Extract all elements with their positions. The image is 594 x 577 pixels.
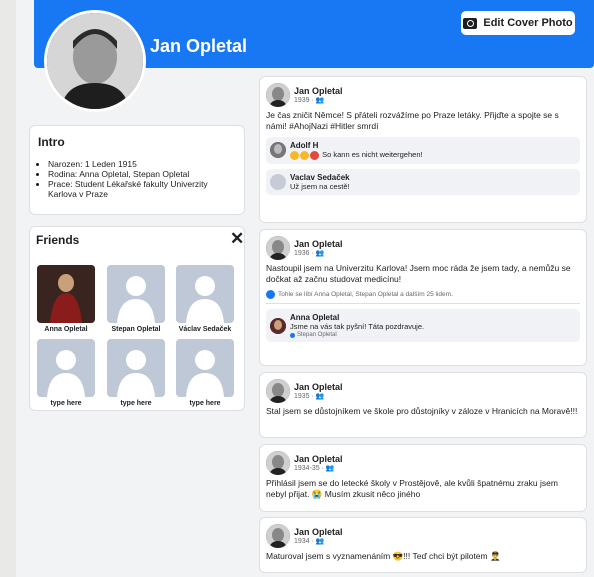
friend-tile[interactable]: Václav Sedaček xyxy=(175,265,235,333)
friend-name: type here xyxy=(50,400,82,407)
post-header: Jan Opletal 1939 · 👥 xyxy=(266,83,580,107)
post-date: 1934 · 👥 xyxy=(294,538,325,545)
author-avatar[interactable] xyxy=(266,236,290,260)
post-text: Maturoval jsem s vyznamenáním 😎!!! Teď c… xyxy=(266,551,501,561)
comment-author[interactable]: Anna Opletal xyxy=(290,313,424,322)
intro-card: Intro Narozen: 1 Leden 1915 Rodina: Anna… xyxy=(29,125,245,215)
reaction-icon xyxy=(290,332,295,338)
friends-card: Friends ✕ Anna Opletal Stepan Opletal Vá… xyxy=(29,226,245,411)
post-text: Přihlásil jsem se do letecké školy v Pro… xyxy=(266,478,558,499)
comment-author[interactable]: Vaclav Sedaček xyxy=(290,173,350,182)
post-author[interactable]: Jan Opletal xyxy=(294,239,343,249)
post-header: Jan Opletal 1934-35 · 👥 xyxy=(266,451,580,475)
comment-text-content: So kann es nicht weitergehen! xyxy=(322,150,423,159)
edit-cover-photo-button[interactable]: Edit Cover Photo xyxy=(461,11,575,35)
friend-tile[interactable]: type here xyxy=(106,339,166,407)
friend-tile[interactable]: type here xyxy=(36,339,96,407)
post-card: Jan Opletal 1939 · 👥 Je čas zničit Němce… xyxy=(259,76,587,223)
friend-name: Václav Sedaček xyxy=(178,326,232,333)
comment-author[interactable]: Adolf H xyxy=(290,141,423,150)
commenter-avatar[interactable] xyxy=(270,173,286,190)
intro-item-work: Prace: Student Lékařské fakulty Univerzi… xyxy=(48,179,236,199)
friend-name: Stepan Opletal xyxy=(111,326,161,333)
post-header: Jan Opletal 1936 · 👥 xyxy=(266,236,580,260)
intro-list: Narozen: 1 Leden 1915 Rodina: Anna Oplet… xyxy=(38,159,236,199)
comment-text: So kann es nicht weitergehen! xyxy=(290,150,423,160)
comment: Anna Opletal Jsme na vás tak pyšní! Táta… xyxy=(266,309,580,342)
author-avatar[interactable] xyxy=(266,451,290,475)
post-header: Jan Opletal 1935 · 👥 xyxy=(266,379,580,403)
post-date: 1935 · 👥 xyxy=(294,393,325,400)
post-author[interactable]: Jan Opletal xyxy=(294,382,343,392)
friend-name: type here xyxy=(189,400,221,407)
comment-text: Už jsem na cestě! xyxy=(290,181,350,191)
commenter-avatar[interactable] xyxy=(270,317,286,334)
friend-tile[interactable]: type here xyxy=(175,339,235,407)
like-icon xyxy=(266,290,275,299)
likes-text: Tohle se líbí Anna Opletal, Stepan Oplet… xyxy=(278,291,453,298)
friend-photo-placeholder xyxy=(176,265,234,323)
author-avatar[interactable] xyxy=(266,379,290,403)
commenter-avatar[interactable] xyxy=(270,142,286,159)
comment-reaction[interactable]: Stepan Opletal xyxy=(290,332,424,338)
post-date: 1934-35 · 👥 xyxy=(294,465,335,472)
post-author[interactable]: Jan Opletal xyxy=(294,86,343,96)
friend-name: Anna Opletal xyxy=(44,326,88,333)
close-icon[interactable]: ✕ xyxy=(230,229,244,249)
friend-photo xyxy=(37,265,95,323)
post-header: Jan Opletal 1934 · 👥 xyxy=(266,524,580,548)
friend-tile[interactable]: Anna Opletal xyxy=(36,265,96,333)
comment: Vaclav Sedaček Už jsem na cestě! xyxy=(266,168,580,195)
friend-name: type here xyxy=(120,400,152,407)
post-card: Jan Opletal 1936 · 👥 Nastoupil jsem na U… xyxy=(259,229,587,366)
intro-item-born: Narozen: 1 Leden 1915 xyxy=(48,159,236,169)
post-date: 1939 · 👥 xyxy=(294,97,325,104)
friend-photo-placeholder xyxy=(107,339,165,397)
post-text: Nastoupil jsem na Univerzitu Karlova! Js… xyxy=(266,263,571,284)
comment-text: Jsme na vás tak pyšní! Táta pozdravuje. xyxy=(290,322,425,331)
post-author[interactable]: Jan Opletal xyxy=(294,527,343,537)
author-avatar[interactable] xyxy=(266,524,290,548)
shocked-emoji-icon xyxy=(310,150,319,160)
friend-tile[interactable]: Stepan Opletal xyxy=(106,265,166,333)
friend-photo-placeholder xyxy=(107,265,165,323)
profile-name: Jan Opletal xyxy=(150,36,248,56)
shocked-emoji-icon xyxy=(290,150,299,160)
friends-title: Friends xyxy=(36,233,80,247)
friend-photo-placeholder xyxy=(176,339,234,397)
post-text: Je čas zničit Němce! S přáteli rozvážíme… xyxy=(266,110,559,131)
post-author[interactable]: Jan Opletal xyxy=(294,454,343,464)
shocked-emoji-icon xyxy=(300,150,309,160)
camera-icon xyxy=(463,17,478,29)
post-text: Stal jsem se důstojníkem ve škole pro dů… xyxy=(266,406,578,416)
profile-photo xyxy=(47,13,143,109)
post-card: Jan Opletal 1934-35 · 👥 Přihlásil jsem s… xyxy=(259,444,587,512)
likes-summary[interactable]: Tohle se líbí Anna Opletal, Stepan Oplet… xyxy=(266,290,580,299)
post-card: Jan Opletal 1934 · 👥 Maturoval jsem s vy… xyxy=(259,517,587,573)
intro-item-family: Rodina: Anna Opletal, Stepan Opletal xyxy=(48,169,236,179)
divider xyxy=(266,303,580,304)
intro-title: Intro xyxy=(38,135,65,149)
post-date: 1936 · 👥 xyxy=(294,250,325,257)
profile-avatar[interactable] xyxy=(44,10,146,112)
comment: Adolf H So kann es nicht weitergehen! xyxy=(266,137,580,164)
edit-cover-photo-label: Edit Cover Photo xyxy=(483,17,573,29)
friend-photo-placeholder xyxy=(37,339,95,397)
post-card: Jan Opletal 1935 · 👥 Stal jsem se důstoj… xyxy=(259,372,587,438)
reaction-name: Stepan Opletal xyxy=(297,332,337,338)
author-avatar[interactable] xyxy=(266,83,290,107)
